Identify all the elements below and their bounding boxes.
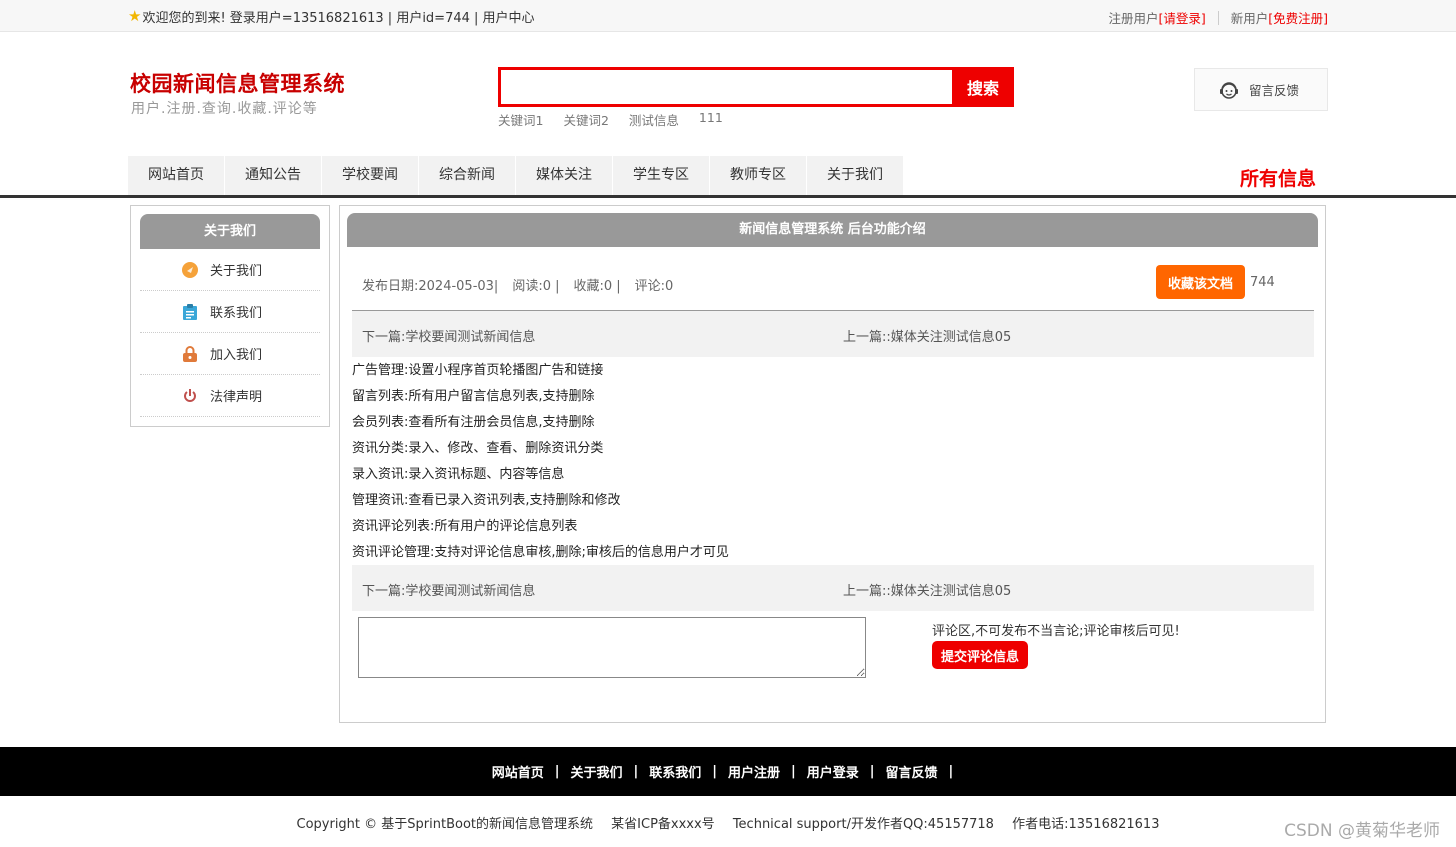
article-title: 新闻信息管理系统 后台功能介绍	[347, 213, 1318, 247]
welcome-area: ★ 欢迎您的到来! 登录用户=13516821613 | 用户id=744 | …	[128, 7, 535, 27]
content-line: 留言列表:所有用户留言信息列表,支持删除	[352, 389, 595, 404]
keyword-link[interactable]: 关键词2	[563, 110, 608, 129]
article-body: 广告管理:设置小程序首页轮播图广告和链接 留言列表:所有用户留言信息列表,支持删…	[352, 358, 729, 566]
publish-date: 发布日期:2024-05-03|	[362, 279, 499, 294]
feedback-label: 留言反馈	[1249, 83, 1300, 98]
search-bar: 搜索	[498, 67, 1014, 107]
comment-tip: 评论区,不可发布不当言论;评论审核后可见!	[932, 624, 1180, 639]
headset-icon	[1220, 81, 1238, 99]
next-article-link[interactable]: 下一篇:学校要闻测试新闻信息	[362, 326, 535, 345]
nav-about[interactable]: 关于我们	[807, 156, 904, 195]
content-line: 会员列表:查看所有注册会员信息,支持删除	[352, 415, 595, 430]
nav-media[interactable]: 媒体关注	[516, 156, 613, 195]
orange-circle-icon	[182, 261, 198, 278]
clipboard-icon	[182, 303, 198, 320]
search-input[interactable]	[498, 67, 952, 107]
hot-keywords: 关键词1 关键词2 测试信息 111	[498, 110, 723, 129]
feedback-button[interactable]: 留言反馈	[1194, 68, 1328, 111]
watermark: CSDN @黄菊华老师	[1284, 821, 1440, 841]
sidebar-item-label: 关于我们	[210, 264, 263, 279]
main-nav: 网站首页 通知公告 学校要闻 综合新闻 媒体关注 学生专区 教师专区 关于我们 …	[0, 156, 1456, 198]
separator: |	[948, 764, 954, 779]
footer-link-contact[interactable]: 联系我们	[649, 762, 701, 781]
content-line: 资讯评论管理:支持对评论信息审核,删除;审核后的信息用户才可见	[352, 545, 729, 560]
sidebar-item-label: 加入我们	[210, 348, 263, 363]
lock-icon	[182, 345, 198, 362]
copyright-bar: Copyright © 基于SprintBoot的新闻信息管理系统 某省ICP备…	[0, 813, 1456, 832]
footer-link-feedback[interactable]: 留言反馈	[886, 762, 938, 781]
header: 校园新闻信息管理系统 用户.注册.查询.收藏.评论等 搜索 关键词1 关键词2 …	[0, 32, 1456, 156]
content-line: 管理资讯:查看已录入资讯列表,支持删除和修改	[352, 493, 621, 508]
keyword-link[interactable]: 测试信息	[629, 110, 679, 129]
separator: |	[554, 764, 560, 779]
register-link[interactable]: [免费注册]	[1268, 8, 1328, 27]
sidebar: 关于我们 关于我们 联系我们 加入我们 法律声明	[130, 205, 330, 427]
sidebar-item-about[interactable]: 关于我们	[140, 249, 320, 291]
icp-text: 某省ICP备xxxx号	[611, 817, 715, 832]
favorite-button[interactable]: 收藏该文档	[1156, 265, 1245, 299]
next-article-link[interactable]: 下一篇:学校要闻测试新闻信息	[362, 580, 535, 599]
content-line: 资讯评论列表:所有用户的评论信息列表	[352, 519, 578, 534]
nav-notice[interactable]: 通知公告	[225, 156, 322, 195]
footer-link-home[interactable]: 网站首页	[492, 762, 544, 781]
new-user-label: 新用户	[1230, 11, 1269, 26]
prev-article-link[interactable]: 上一篇::媒体关注测试信息05	[843, 326, 1011, 345]
reg-label: 注册用户	[1108, 11, 1159, 26]
nav-home[interactable]: 网站首页	[128, 156, 225, 195]
footer-link-login[interactable]: 用户登录	[807, 762, 859, 781]
prev-article-link[interactable]: 上一篇::媒体关注测试信息05	[843, 580, 1011, 599]
nav-students[interactable]: 学生专区	[613, 156, 710, 195]
article-panel: 新闻信息管理系统 后台功能介绍 发布日期:2024-05-03| 阅读:0 | …	[339, 205, 1326, 723]
comment-count: 评论:0	[634, 279, 674, 294]
sidebar-item-legal[interactable]: 法律声明	[140, 375, 320, 417]
search-button[interactable]: 搜索	[952, 67, 1014, 107]
footer-link-about[interactable]: 关于我们	[570, 762, 622, 781]
footer-nav: 网站首页 | 关于我们 | 联系我们 | 用户注册 | 用户登录 | 留言反馈 |	[0, 747, 1456, 796]
submit-comment-button[interactable]: 提交评论信息	[932, 641, 1028, 669]
site-subtitle: 用户.注册.查询.收藏.评论等	[131, 101, 318, 117]
sidebar-item-join[interactable]: 加入我们	[140, 333, 320, 375]
article-pager-top: 下一篇:学校要闻测试新闻信息 上一篇::媒体关注测试信息05	[352, 311, 1314, 357]
content-line: 录入资讯:录入资讯标题、内容等信息	[352, 467, 565, 482]
article-pager-bottom: 下一篇:学校要闻测试新闻信息 上一篇::媒体关注测试信息05	[352, 565, 1314, 611]
login-link[interactable]: [请登录]	[1158, 8, 1205, 27]
separator: |	[791, 764, 796, 779]
all-info-link[interactable]: 所有信息	[1240, 164, 1316, 191]
divider	[1217, 10, 1219, 25]
phone-text: 作者电话:13516821613	[1012, 817, 1160, 832]
favorite-count: 收藏:0 |	[573, 279, 621, 294]
keyword-link[interactable]: 111	[699, 110, 723, 129]
top-bar: ★ 欢迎您的到来! 登录用户=13516821613 | 用户id=744 | …	[0, 0, 1456, 32]
power-icon	[182, 388, 198, 404]
read-count: 阅读:0 |	[512, 279, 560, 294]
welcome-text[interactable]: 欢迎您的到来! 登录用户=13516821613 | 用户id=744 | 用户…	[142, 7, 534, 26]
article-meta: 发布日期:2024-05-03| 阅读:0 | 收藏:0 | 评论:0	[362, 275, 673, 294]
nav-teachers[interactable]: 教师专区	[710, 156, 807, 195]
favorite-user-id: 744	[1250, 275, 1275, 290]
comment-input[interactable]	[358, 617, 866, 678]
nav-general-news[interactable]: 综合新闻	[419, 156, 516, 195]
copyright-text: Copyright © 基于SprintBoot的新闻信息管理系统	[296, 817, 594, 832]
star-icon: ★	[128, 7, 142, 25]
content-line: 广告管理:设置小程序首页轮播图广告和链接	[352, 363, 604, 378]
sidebar-title: 关于我们	[140, 214, 320, 249]
auth-links: 注册用户 [请登录] 新用户 [免费注册]	[1108, 8, 1328, 27]
nav-school-news[interactable]: 学校要闻	[322, 156, 419, 195]
sidebar-item-contact[interactable]: 联系我们	[140, 291, 320, 333]
separator: |	[712, 764, 717, 779]
content-line: 资讯分类:录入、修改、查看、删除资讯分类	[352, 441, 604, 456]
support-text: Technical support/开发作者QQ:45157718	[732, 817, 994, 832]
sidebar-item-label: 联系我们	[210, 306, 263, 321]
footer-link-register[interactable]: 用户注册	[728, 762, 780, 781]
separator: |	[869, 764, 875, 779]
separator: |	[633, 764, 639, 779]
keyword-link[interactable]: 关键词1	[498, 110, 543, 129]
site-title[interactable]: 校园新闻信息管理系统	[130, 68, 345, 98]
sidebar-item-label: 法律声明	[210, 390, 263, 405]
